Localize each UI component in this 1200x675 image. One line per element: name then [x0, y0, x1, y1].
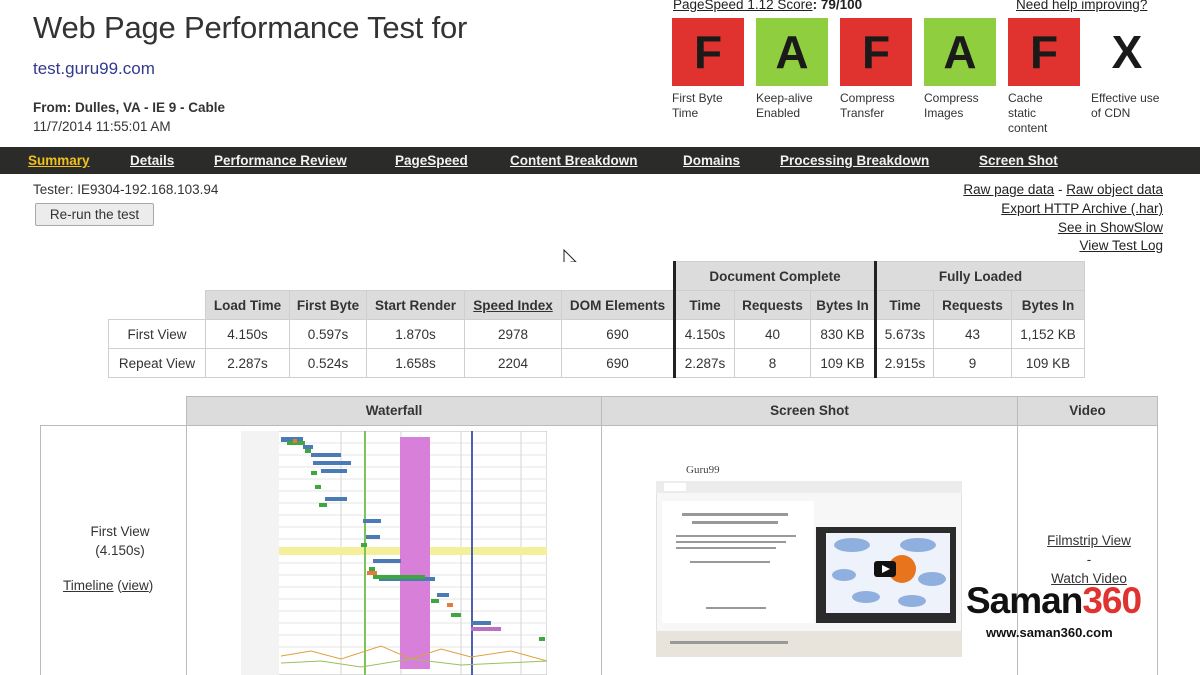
table-cell: 109 KB — [1011, 348, 1085, 378]
tab-performance-review[interactable]: Performance Review — [214, 153, 347, 168]
tab-content-breakdown[interactable]: Content Breakdown — [510, 153, 638, 168]
table-cell: 2.287s — [673, 348, 735, 378]
from-label: From: — [33, 100, 72, 115]
col-dom-elements: DOM Elements — [561, 290, 675, 320]
grade-caption: Compress Transfer — [840, 91, 895, 120]
pagespeed-value: : 79/100 — [812, 0, 863, 12]
table-cell: 109 KB — [810, 348, 876, 378]
results-table: Document Complete Fully Loaded Load Time… — [108, 261, 1085, 378]
screenshot-header: Screen Shot — [601, 396, 1018, 426]
grade-compress-transfer[interactable]: F — [840, 18, 912, 86]
table-cell: 43 — [933, 319, 1012, 349]
grade-caption: Compress Images — [924, 91, 979, 120]
document-complete-header: Document Complete — [673, 261, 876, 291]
timeline-links: Timeline (view) — [63, 578, 154, 593]
col-doc-bytes: Bytes In — [810, 290, 876, 320]
first-view-time: (4.150s) — [95, 543, 145, 558]
table-cell: 2.915s — [874, 348, 934, 378]
tab-domains[interactable]: Domains — [683, 153, 740, 168]
table-cell: 830 KB — [810, 319, 876, 349]
first-view-text: First View — [90, 524, 150, 539]
guru-logo: Guru99 — [686, 464, 720, 476]
grade-keep-alive[interactable]: A — [756, 18, 828, 86]
row-label: First View — [108, 319, 206, 349]
raw-data-links: Raw page data - Raw object data — [963, 182, 1163, 197]
main-nav: Summary Details Performance Review PageS… — [0, 147, 1200, 174]
table-cell: 5.673s — [874, 319, 934, 349]
table-cell: 4.150s — [205, 319, 290, 349]
test-datetime: 11/7/2014 11:55:01 AM — [33, 119, 171, 134]
timeline-view-link[interactable]: view — [122, 578, 149, 593]
waterfall-thumbnail[interactable] — [241, 431, 547, 675]
view-test-log-link[interactable]: View Test Log — [1079, 238, 1163, 253]
from-value: Dulles, VA - IE 9 - Cable — [75, 100, 226, 115]
grade-cache-static[interactable]: F — [1008, 18, 1080, 86]
table-cell: 690 — [561, 319, 675, 349]
video-header: Video — [1017, 396, 1158, 426]
table-cell: 690 — [561, 348, 675, 378]
col-doc-time: Time — [673, 290, 735, 320]
tab-pagespeed[interactable]: PageSpeed — [395, 153, 468, 168]
col-full-bytes: Bytes In — [1011, 290, 1085, 320]
raw-page-data-link[interactable]: Raw page data — [963, 182, 1054, 197]
col-load-time: Load Time — [205, 290, 290, 320]
table-cell: 1.658s — [366, 348, 465, 378]
waterfall-header: Waterfall — [186, 396, 602, 426]
watermark-logo: Saman360 — [966, 580, 1142, 622]
col-doc-requests: Requests — [734, 290, 811, 320]
separator: - — [1057, 182, 1067, 197]
page-title: Web Page Performance Test for — [33, 10, 468, 45]
tab-screen-shot[interactable]: Screen Shot — [979, 153, 1058, 168]
col-start-render: Start Render — [366, 290, 465, 320]
tab-details[interactable]: Details — [130, 153, 174, 168]
table-cell: 2204 — [464, 348, 562, 378]
row-label: Repeat View — [108, 348, 206, 378]
export-har-link[interactable]: Export HTTP Archive (.har) — [1001, 201, 1163, 216]
grade-caption: First Byte Time — [672, 91, 723, 120]
table-cell: 4.150s — [673, 319, 735, 349]
grade-first-byte[interactable]: F — [672, 18, 744, 86]
grade-cdn[interactable]: X — [1091, 18, 1163, 86]
pagespeed-link[interactable]: PageSpeed 1.12 Score — [673, 0, 813, 12]
col-full-time: Time — [874, 290, 934, 320]
table-cell: 1.870s — [366, 319, 465, 349]
table-row: First View 4.150s 0.597s 1.870s 2978 690… — [108, 319, 1085, 349]
fully-loaded-header: Fully Loaded — [874, 261, 1085, 291]
grade-caption: Keep-alive Enabled — [756, 91, 813, 120]
table-row: Repeat View 2.287s 0.524s 1.658s 2204 69… — [108, 348, 1085, 378]
tab-summary[interactable]: Summary — [28, 153, 90, 168]
showslow-link[interactable]: See in ShowSlow — [1058, 220, 1163, 235]
table-cell: 9 — [933, 348, 1012, 378]
table-cell: 0.524s — [289, 348, 367, 378]
test-location: From: Dulles, VA - IE 9 - Cable — [33, 100, 225, 115]
filmstrip-view-link[interactable]: Filmstrip View — [1047, 533, 1131, 548]
table-cell: 8 — [734, 348, 811, 378]
separator: - — [1086, 552, 1092, 567]
col-full-requests: Requests — [933, 290, 1012, 320]
need-help-link[interactable]: Need help improving? — [1016, 0, 1147, 12]
grade-caption: Cache static content — [1008, 91, 1048, 135]
table-cell: 0.597s — [289, 319, 367, 349]
grade-compress-images[interactable]: A — [924, 18, 996, 86]
timeline-link[interactable]: Timeline — [63, 578, 114, 593]
pagespeed-score: PageSpeed 1.12 Score: 79/100 — [673, 0, 862, 12]
grade-caption: Effective use of CDN — [1091, 91, 1160, 120]
tested-url-link[interactable]: test.guru99.com — [33, 59, 155, 79]
rerun-test-button[interactable]: Re-run the test — [35, 203, 154, 226]
table-cell: 2978 — [464, 319, 562, 349]
table-cell: 2.287s — [205, 348, 290, 378]
col-first-byte: First Byte — [289, 290, 367, 320]
watermark-brand-number: 360 — [1082, 580, 1142, 621]
screenshot-thumbnail[interactable]: Guru99 — [656, 457, 962, 657]
raw-object-data-link[interactable]: Raw object data — [1066, 182, 1163, 197]
tab-processing-breakdown[interactable]: Processing Breakdown — [780, 153, 929, 168]
col-speed-index[interactable]: Speed Index — [464, 290, 562, 320]
watermark-url: www.saman360.com — [986, 625, 1113, 640]
first-view-label: First View (4.150s) — [70, 522, 170, 560]
table-cell: 40 — [734, 319, 811, 349]
table-cell: 1,152 KB — [1011, 319, 1085, 349]
tester-info: Tester: IE9304-192.168.103.94 — [33, 182, 219, 197]
watermark-brand: Saman — [966, 580, 1083, 621]
